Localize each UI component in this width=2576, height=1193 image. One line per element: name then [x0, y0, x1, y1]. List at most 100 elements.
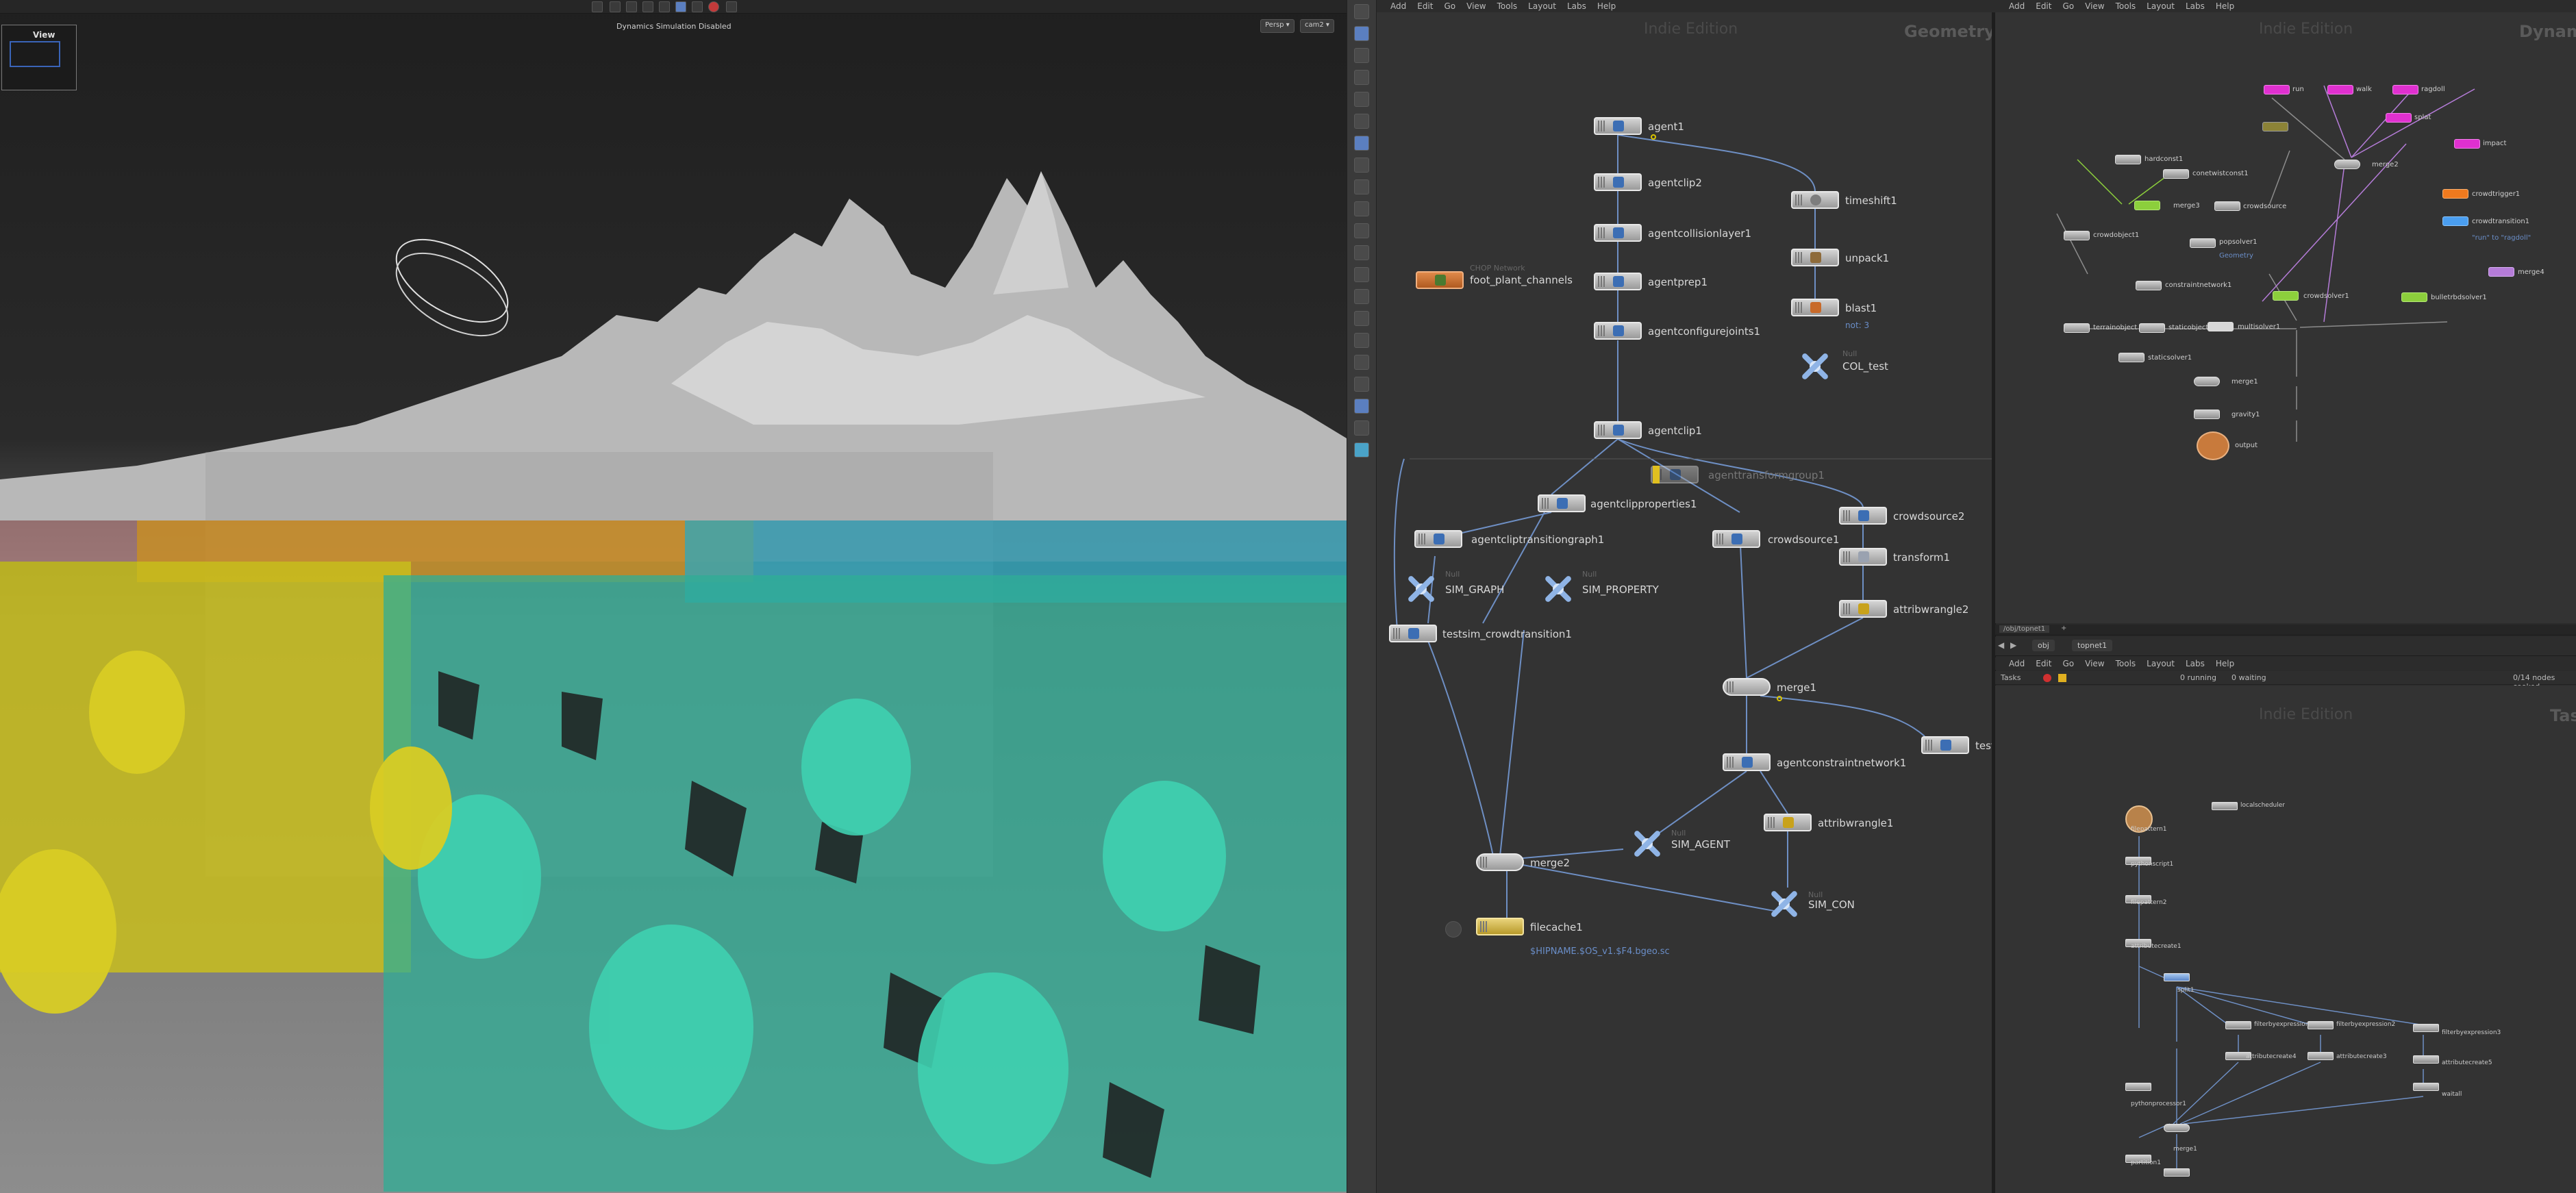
snap-grid-icon[interactable] — [1354, 289, 1369, 304]
geometry-network-pane[interactable]: Add Edit Go View Tools Layout Labs Help … — [1377, 0, 1993, 1193]
multisolver1-node[interactable] — [2208, 322, 2234, 331]
agentconfigurejoints1-node[interactable] — [1594, 322, 1642, 340]
wireframe-icon[interactable] — [1354, 114, 1369, 129]
merge1-node[interactable] — [1723, 678, 1771, 696]
shading-icon[interactable] — [1354, 70, 1369, 85]
staticsolver1-node[interactable] — [2118, 353, 2144, 362]
tasks-menu-tools[interactable]: Tools — [2116, 659, 2136, 668]
rotate-tool-icon[interactable] — [626, 1, 637, 12]
tasks-network-pane[interactable]: Indie Edition Tas filepattern1 localsche… — [1995, 686, 2576, 1193]
render-region-icon[interactable] — [1354, 420, 1369, 436]
run-node[interactable] — [2264, 85, 2290, 95]
unpack1-node[interactable] — [1791, 249, 1839, 266]
dop-merge3-node[interactable] — [2134, 201, 2160, 210]
dop-merge4-node[interactable] — [2488, 267, 2514, 277]
flipbook-icon[interactable] — [1354, 399, 1369, 414]
transform1-node[interactable] — [1839, 548, 1887, 566]
localscheduler-node[interactable] — [2212, 802, 2238, 810]
tasks-menu-help[interactable]: Help — [2216, 659, 2234, 668]
disabled-clip-node[interactable] — [2262, 122, 2288, 131]
testsim-node[interactable] — [1921, 736, 1969, 754]
crowdtransition1-node[interactable] — [2442, 216, 2468, 226]
conetwistconst1-node[interactable] — [2163, 169, 2189, 179]
tasks-menu-layout[interactable]: Layout — [2147, 659, 2175, 668]
agent1-node[interactable] — [1594, 117, 1642, 135]
tasks-merge1-node[interactable] — [2164, 1124, 2190, 1132]
filecache1-node[interactable] — [1476, 918, 1524, 935]
agentclip1-node[interactable] — [1594, 421, 1642, 439]
vector-display-icon[interactable] — [1354, 245, 1369, 260]
snap-icon[interactable] — [675, 1, 686, 12]
sim-agent-null-node[interactable] — [1630, 827, 1664, 861]
crowdtrigger1-node[interactable] — [2442, 189, 2468, 199]
tasks-menu-add[interactable]: Add — [2009, 659, 2025, 668]
lighting-icon[interactable] — [1354, 92, 1369, 107]
ragdoll-node[interactable] — [2392, 85, 2418, 95]
filecache-info-icon[interactable] — [1445, 921, 1462, 938]
visualizer-icon[interactable] — [1354, 311, 1369, 326]
display-flag-icon[interactable] — [1651, 134, 1656, 140]
smooth-shaded-icon[interactable] — [1354, 136, 1369, 151]
bulletrbdsolver1-node[interactable] — [2401, 292, 2427, 302]
camera-tool-icon[interactable] — [726, 1, 737, 12]
attribwrangle1-node[interactable] — [1764, 814, 1812, 831]
output-node[interactable] — [2197, 431, 2229, 460]
record-icon[interactable] — [708, 1, 719, 12]
crowdobject1-node[interactable] — [2064, 231, 2090, 240]
hardconst1-node[interactable] — [2115, 155, 2141, 164]
tasks-menu-go[interactable]: Go — [2062, 659, 2074, 668]
background-icon[interactable] — [1354, 158, 1369, 173]
persp-dropdown[interactable]: Persp ▾ — [1260, 19, 1295, 33]
tasks-menu-view[interactable]: View — [2085, 659, 2104, 668]
staticobject-node[interactable] — [2139, 323, 2165, 333]
merge2-node[interactable] — [1476, 853, 1524, 871]
add-tab-icon[interactable]: + — [2061, 625, 2066, 632]
crowdsource2-node[interactable] — [1839, 507, 1887, 525]
select-tool-icon[interactable] — [592, 1, 603, 12]
crowdsolver1-node[interactable] — [2273, 291, 2299, 301]
merge1-display-flag-icon[interactable] — [1777, 696, 1782, 701]
topnet-tab[interactable]: /obj/topnet1 — [1999, 625, 2050, 633]
cancel-cook-icon[interactable] — [2043, 674, 2051, 682]
cook-icon[interactable] — [2058, 674, 2066, 682]
handle-tool-icon[interactable] — [642, 1, 653, 12]
back-icon[interactable]: ◀ — [1998, 640, 2004, 650]
camera-dropdown[interactable]: cam2 ▾ — [1300, 19, 1334, 33]
split1-node[interactable] — [2164, 973, 2190, 981]
viewport-layout-icon[interactable] — [1354, 442, 1369, 457]
pin-icon[interactable] — [1354, 4, 1369, 19]
pythonprocessor1-node[interactable] — [2125, 1083, 2151, 1091]
forward-icon[interactable]: ▶ — [2010, 640, 2016, 650]
grid-icon[interactable] — [1354, 267, 1369, 282]
foot-plant-chop-node[interactable] — [1416, 271, 1464, 289]
agentclip2-node[interactable] — [1594, 173, 1642, 191]
agentclipproperties1-node[interactable] — [1538, 494, 1586, 512]
path-obj[interactable]: obj — [2032, 640, 2055, 651]
popsolver1-node[interactable] — [2190, 238, 2216, 248]
dop-network-pane[interactable]: Add Edit Go View Tools Layout Labs Help … — [1995, 0, 2576, 623]
waitall-node[interactable] — [2413, 1083, 2439, 1091]
crowdsource-node[interactable] — [2214, 201, 2240, 211]
agentprep1-node[interactable] — [1594, 273, 1642, 290]
safe-area-icon[interactable] — [1354, 333, 1369, 348]
walk-node[interactable] — [2327, 85, 2353, 95]
blast1-node[interactable] — [1791, 299, 1839, 316]
view-tool-icon[interactable] — [659, 1, 670, 12]
terrainobject-node[interactable] — [2064, 323, 2090, 333]
sim-property-null-node[interactable] — [1541, 572, 1575, 606]
tasks-menu-edit[interactable]: Edit — [2036, 659, 2051, 668]
splat-node[interactable] — [2386, 113, 2412, 123]
dop-merge1-node[interactable] — [2194, 377, 2220, 386]
filterbyexpression1-node[interactable] — [2225, 1021, 2251, 1029]
depth-icon[interactable] — [1354, 377, 1369, 392]
ghost-icon[interactable] — [1354, 355, 1369, 370]
dop-merge2-node[interactable] — [2334, 160, 2360, 169]
path-topnet[interactable]: topnet1 — [2072, 640, 2113, 651]
point-display-icon[interactable] — [1354, 201, 1369, 216]
gravity1-node[interactable] — [2194, 410, 2220, 419]
impact-node[interactable] — [2454, 139, 2480, 149]
agentconstraintnetwork1-node[interactable] — [1723, 753, 1771, 771]
sim-graph-null-node[interactable] — [1404, 572, 1438, 606]
normals-icon[interactable] — [1354, 223, 1369, 238]
output-task-node[interactable] — [2164, 1168, 2190, 1177]
